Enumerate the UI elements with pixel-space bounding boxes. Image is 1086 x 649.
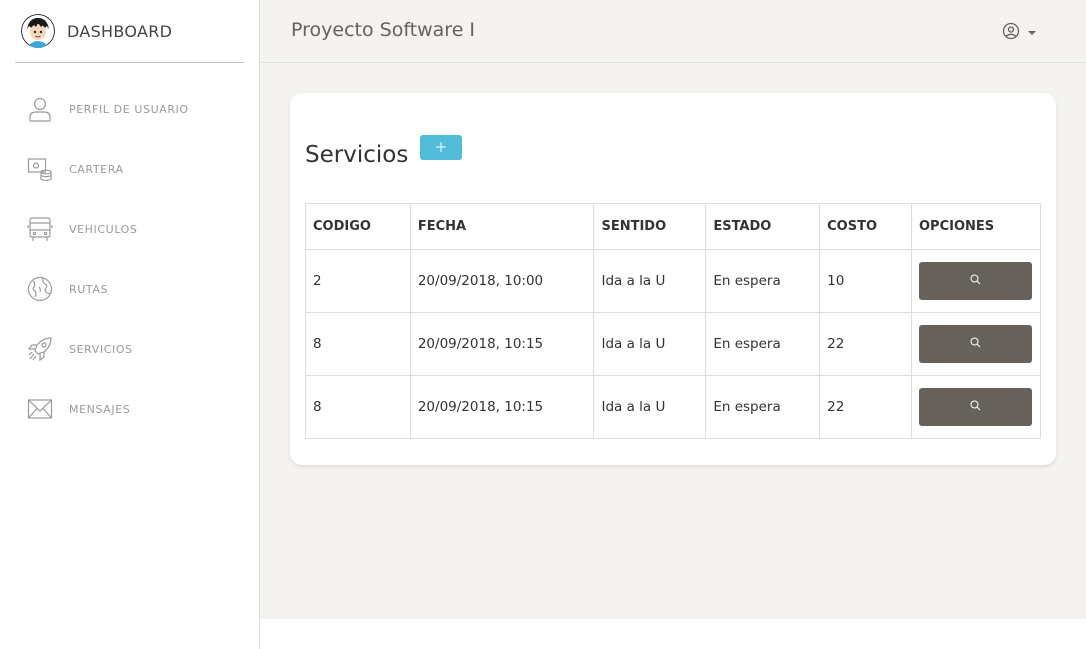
table-row: 2 20/09/2018, 10:00 Ida a la U En espera… [305, 249, 1041, 313]
page-title[interactable]: Proyecto Software I [291, 19, 475, 41]
cell-codigo: 8 [305, 375, 411, 439]
footer [260, 619, 1086, 649]
services-card: Servicios CODIGO FECHA SENTIDO ESTADO CO… [290, 93, 1056, 465]
cell-sentido: Ida a la U [593, 312, 707, 376]
cell-costo: 22 [819, 375, 912, 439]
column-header-codigo: CODIGO [305, 203, 411, 250]
cell-fecha: 20/09/2018, 10:15 [409, 312, 595, 376]
services-table: CODIGO FECHA SENTIDO ESTADO COSTO OPCION… [305, 203, 1041, 439]
sidebar-item-servicios[interactable]: SERVICIOS [0, 319, 259, 379]
sidebar-item-label: RUTAS [69, 282, 109, 296]
cell-codigo: 2 [305, 249, 411, 313]
top-navbar: Proyecto Software I [260, 0, 1086, 63]
globe-icon [26, 275, 54, 303]
column-header-costo: COSTO [819, 203, 912, 250]
sidebar-item-vehiculos[interactable]: VEHICULOS [0, 199, 259, 259]
sidebar-item-label: SERVICIOS [69, 342, 133, 356]
view-service-button[interactable] [919, 325, 1032, 363]
sidebar-item-perfil[interactable]: PERFIL DE USUARIO [0, 79, 259, 139]
sidebar-item-label: PERFIL DE USUARIO [69, 102, 189, 116]
search-icon [970, 336, 981, 352]
wallet-icon [26, 155, 54, 183]
sidebar-item-mensajes[interactable]: MENSAJES [0, 379, 259, 439]
user-menu-dropdown[interactable] [1002, 22, 1036, 44]
chevron-down-icon [1028, 31, 1036, 35]
brand[interactable]: DASHBOARD [15, 0, 244, 63]
cell-costo: 10 [819, 249, 912, 313]
cell-sentido: Ida a la U [593, 375, 707, 439]
cell-codigo: 8 [305, 312, 411, 376]
cell-sentido: Ida a la U [593, 249, 707, 313]
cell-fecha: 20/09/2018, 10:00 [409, 249, 595, 313]
add-service-button[interactable] [420, 135, 462, 160]
bus-icon [26, 215, 54, 243]
main-panel: Proyecto Software I Servicios CODIGO FEC… [260, 0, 1086, 619]
sidebar-item-label: CARTERA [69, 162, 124, 176]
cell-estado: En espera [705, 375, 821, 439]
table-row: 8 20/09/2018, 10:15 Ida a la U En espera… [305, 375, 1041, 439]
table-header-row: CODIGO FECHA SENTIDO ESTADO COSTO OPCION… [305, 203, 1041, 250]
cell-opciones [911, 312, 1041, 376]
sidebar-nav: PERFIL DE USUARIO CARTERA VEHICULOS RUTA… [0, 79, 259, 439]
cell-estado: En espera [705, 249, 821, 313]
user-icon [26, 95, 54, 123]
cell-opciones [911, 375, 1041, 439]
table-row: 8 20/09/2018, 10:15 Ida a la U En espera… [305, 312, 1041, 376]
column-header-fecha: FECHA [409, 203, 595, 250]
view-service-button[interactable] [919, 262, 1032, 300]
rocket-icon [26, 335, 54, 363]
sidebar: DASHBOARD PERFIL DE USUARIO CARTERA VEHI… [0, 0, 260, 649]
sidebar-item-label: VEHICULOS [69, 222, 138, 236]
search-icon [970, 273, 981, 289]
cell-costo: 22 [819, 312, 912, 376]
search-icon [970, 399, 981, 415]
card-title: Servicios [305, 142, 409, 168]
view-service-button[interactable] [919, 388, 1032, 426]
user-circle-icon [1002, 22, 1020, 44]
cell-opciones [911, 249, 1041, 313]
column-header-estado: ESTADO [705, 203, 821, 250]
plus-icon [435, 138, 447, 157]
column-header-sentido: SENTIDO [593, 203, 707, 250]
avatar [21, 14, 55, 48]
sidebar-item-rutas[interactable]: RUTAS [0, 259, 259, 319]
column-header-opciones: OPCIONES [911, 203, 1041, 250]
cell-fecha: 20/09/2018, 10:15 [409, 375, 595, 439]
sidebar-item-cartera[interactable]: CARTERA [0, 139, 259, 199]
brand-title: DASHBOARD [67, 21, 173, 41]
envelope-icon [26, 395, 54, 423]
cell-estado: En espera [705, 312, 821, 376]
sidebar-item-label: MENSAJES [69, 402, 131, 416]
